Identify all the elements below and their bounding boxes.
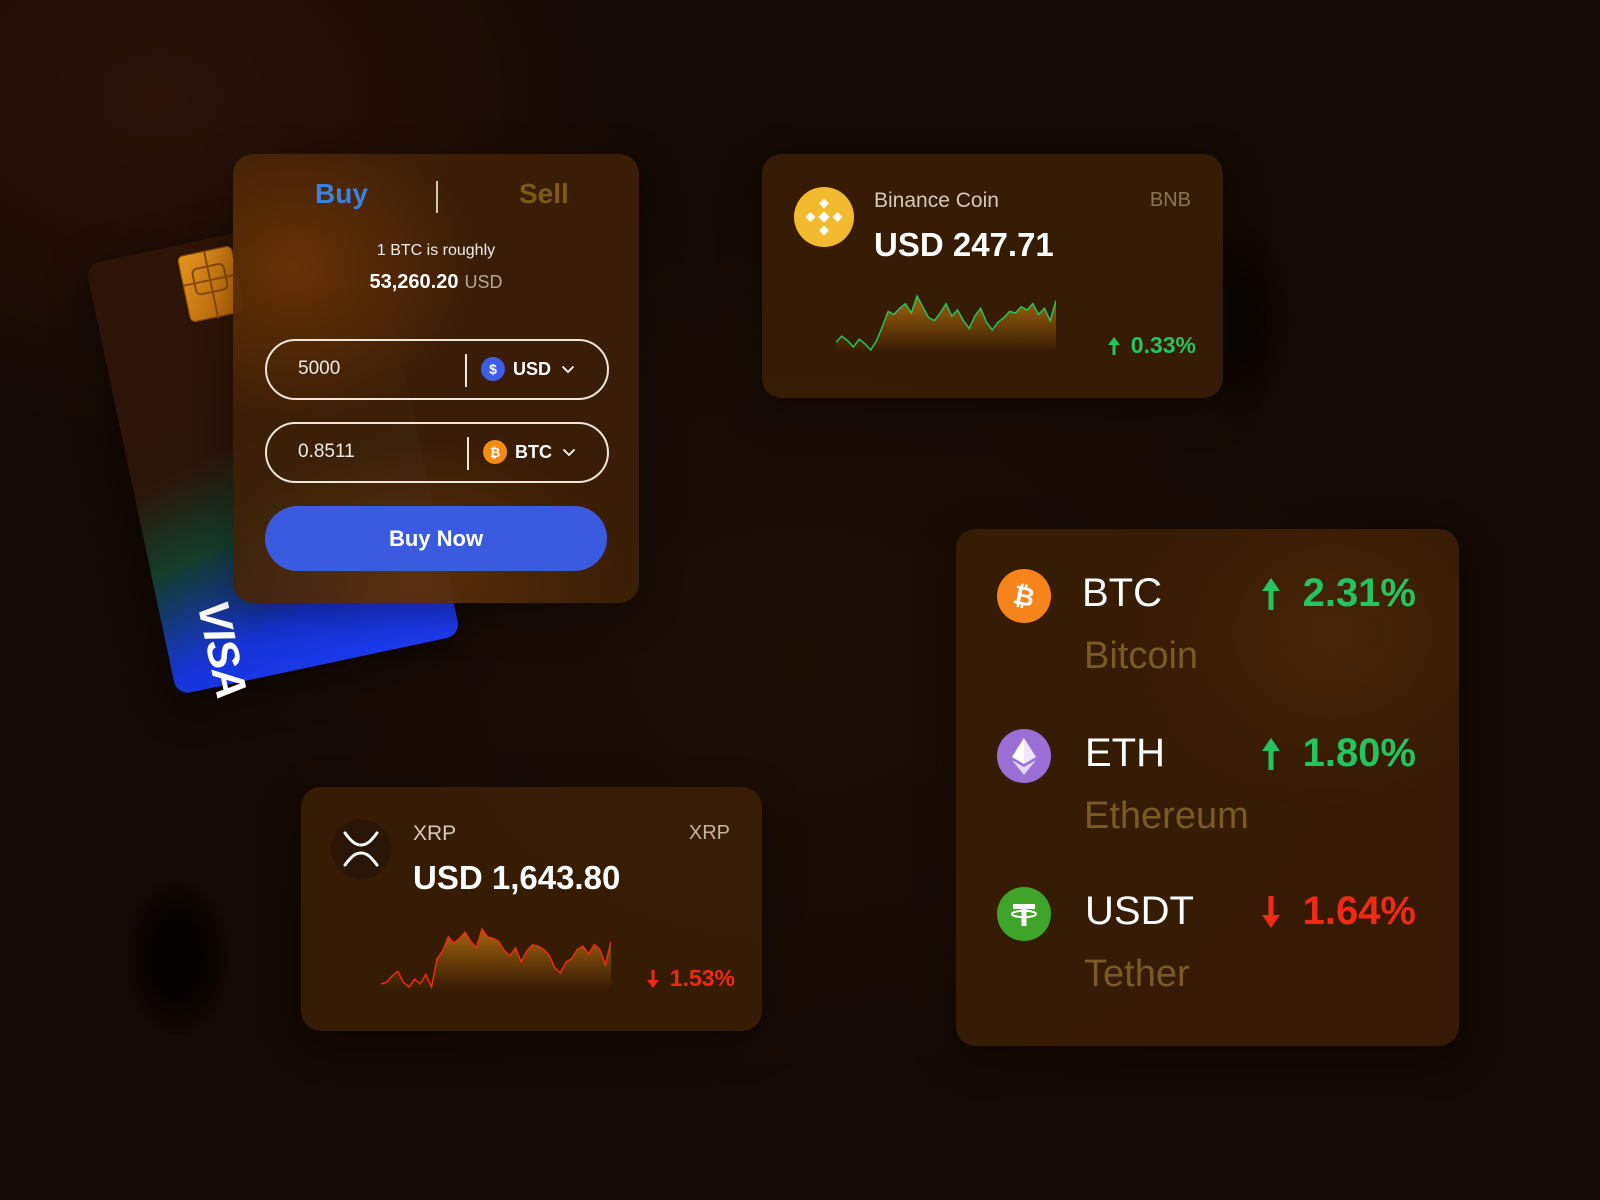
market-row-btc[interactable]: ₿ BTC Bitcoin 2.31% — [956, 569, 1459, 699]
xrp-icon — [331, 819, 391, 879]
arrow-up-icon — [1261, 737, 1280, 770]
arrow-down-icon — [1261, 895, 1280, 928]
price-change-value: 0.33% — [1130, 332, 1196, 358]
price-card-xrp[interactable]: XRP XRP USD 1,643.80 1.53% — [301, 787, 762, 1031]
trade-widget: Buy Sell 1 BTC is roughly 53,260.20 USD 5… — [233, 154, 639, 603]
market-row-usdt[interactable]: USDT Tether 1.64% — [956, 887, 1459, 1017]
rate-row: 53,260.20 USD — [233, 271, 639, 294]
receive-currency-select[interactable]: ₿ BTC — [483, 440, 576, 464]
tether-icon — [997, 887, 1051, 941]
bitcoin-icon: ₿ — [997, 569, 1051, 623]
market-change: 2.31% — [1261, 571, 1416, 616]
market-name: Tether — [1084, 953, 1190, 995]
pay-amount-input[interactable]: 5000 — [298, 358, 340, 380]
market-symbol: USDT — [1085, 889, 1194, 933]
receive-amount-field[interactable]: 0.8511 ₿ BTC — [265, 422, 609, 483]
market-change-value: 1.64% — [1302, 889, 1416, 933]
field-separator — [465, 354, 467, 387]
background-shadow — [125, 880, 230, 1035]
arrow-up-icon — [1261, 577, 1280, 610]
coin-name: XRP — [413, 822, 457, 845]
market-change: 1.64% — [1261, 889, 1416, 934]
arrow-up-icon — [1107, 336, 1120, 355]
visa-logo: VISA — [187, 595, 257, 703]
dollar-icon: $ — [481, 357, 505, 381]
market-list: ₿ BTC Bitcoin 2.31% ETH Ethereum 1.80% U… — [956, 529, 1459, 1046]
tab-sell[interactable]: Sell — [519, 178, 569, 210]
price-change: 0.33% — [1107, 332, 1196, 359]
field-separator — [467, 437, 469, 470]
chevron-down-icon — [563, 449, 575, 456]
coin-name: Binance Coin — [874, 189, 999, 212]
rate-label: 1 BTC is roughly — [376, 242, 496, 259]
rate-unit: USD — [464, 272, 503, 292]
price-sparkline — [836, 294, 1056, 352]
market-name: Bitcoin — [1084, 635, 1199, 677]
pay-amount-field[interactable]: 5000 $ USD — [265, 339, 609, 400]
market-change-value: 2.31% — [1302, 571, 1416, 615]
arrow-down-icon — [646, 969, 659, 988]
price-change: 1.53% — [646, 965, 735, 992]
market-row-eth[interactable]: ETH Ethereum 1.80% — [956, 729, 1459, 859]
tab-buy[interactable]: Buy — [315, 178, 368, 210]
coin-symbol: XRP — [688, 822, 730, 844]
buy-now-button[interactable]: Buy Now — [265, 506, 607, 571]
market-symbol: ETH — [1085, 731, 1165, 775]
market-symbol: BTC — [1082, 571, 1162, 615]
chevron-down-icon — [562, 366, 574, 373]
pay-currency-code: USD — [513, 358, 552, 379]
price-card-bnb[interactable]: Binance Coin BNB USD 247.71 0.33% — [762, 154, 1223, 398]
svg-text:₿: ₿ — [1010, 580, 1037, 613]
coin-price: USD 247.71 — [874, 226, 1054, 263]
receive-amount-input[interactable]: 0.8511 — [298, 441, 355, 463]
price-sparkline — [381, 927, 611, 989]
market-change-value: 1.80% — [1302, 731, 1416, 775]
receive-currency-code: BTC — [515, 441, 552, 462]
pay-currency-select[interactable]: $ USD — [481, 357, 575, 381]
ethereum-icon — [997, 729, 1051, 783]
coin-symbol: BNB — [1149, 189, 1191, 211]
market-change: 1.80% — [1261, 731, 1416, 776]
tab-divider — [436, 181, 438, 213]
price-change-value: 1.53% — [669, 965, 735, 991]
bitcoin-icon: ₿ — [483, 440, 507, 464]
market-name: Ethereum — [1084, 795, 1249, 837]
coin-price: USD 1,643.80 — [413, 859, 621, 896]
binance-icon — [794, 187, 854, 247]
rate-value: 53,260.20 — [369, 271, 459, 293]
